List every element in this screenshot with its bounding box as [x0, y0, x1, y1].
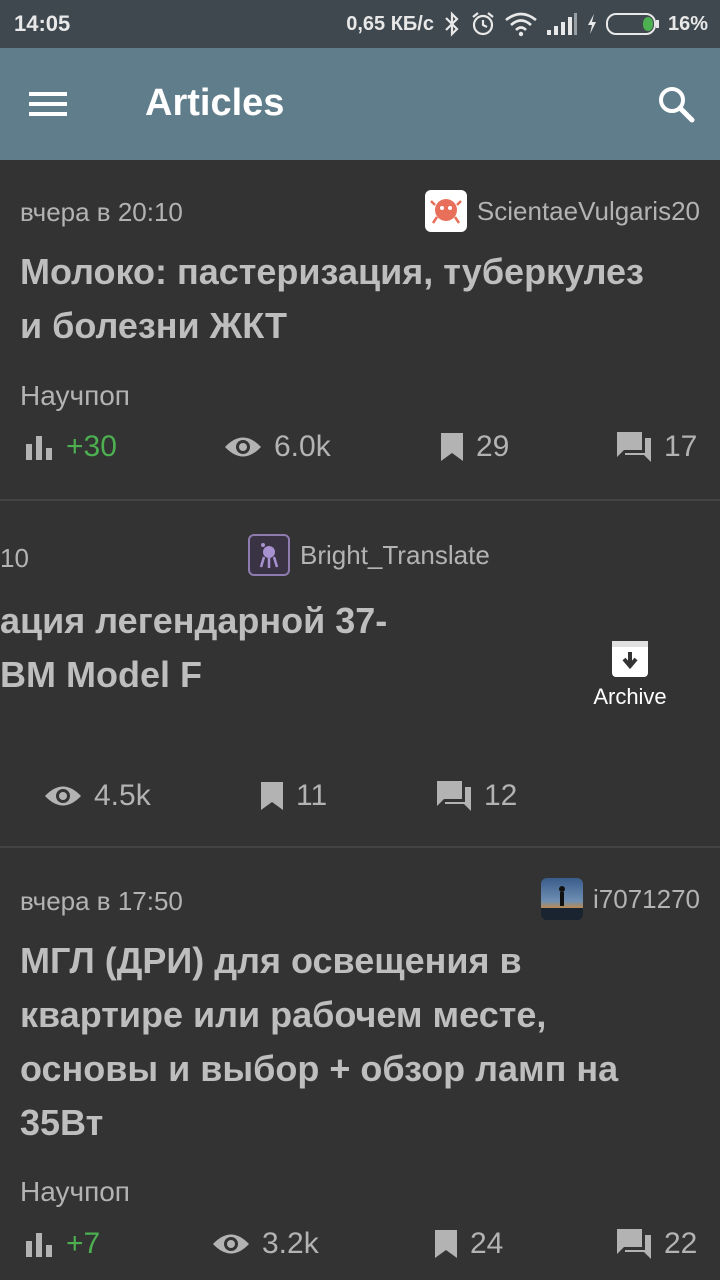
bookmarks-stat[interactable]: 29	[440, 430, 509, 464]
network-speed: 0,65 КБ/с	[346, 12, 434, 35]
rating-value: +7	[66, 1227, 101, 1260]
eye-icon	[45, 786, 81, 806]
archive-icon	[612, 641, 648, 677]
comments-icon	[437, 781, 471, 811]
comments-icon	[617, 432, 651, 462]
charging-icon	[586, 13, 598, 35]
alarm-icon	[470, 11, 496, 37]
hamburger-menu-icon[interactable]	[24, 80, 72, 128]
eye-icon	[225, 437, 261, 457]
archive-label: Archive	[593, 684, 667, 709]
article-date: 10	[0, 543, 29, 573]
avatar	[541, 878, 583, 920]
avatar	[248, 534, 290, 576]
bookmark-icon	[441, 433, 463, 461]
app-bar: Articles	[0, 48, 720, 160]
article-title[interactable]: Молоко: пастеризация, туберкулез и болез…	[20, 245, 644, 353]
article-title[interactable]: МГЛ (ДРИ) для освещения в квартире или р…	[20, 934, 618, 1150]
status-bar: 14:05 0,65 КБ/с 16%	[0, 0, 720, 48]
comments-stat[interactable]: 12	[436, 779, 517, 813]
bookmarks-value: 11	[296, 779, 328, 812]
author-name: ScientaeVulgaris20	[476, 195, 700, 226]
comments-icon	[617, 1229, 651, 1259]
rating-bars-icon	[26, 1233, 52, 1257]
views-value: 3.2k	[262, 1227, 319, 1260]
search-icon[interactable]	[652, 80, 700, 128]
archive-swipe-action[interactable]: Archive	[580, 640, 680, 710]
article-author[interactable]: ScientaeVulgaris20	[424, 190, 700, 232]
article-date: вчера в 20:10	[20, 197, 183, 227]
article-hub[interactable]: Научпоп	[20, 1176, 130, 1208]
bookmarks-value: 24	[470, 1227, 504, 1260]
author-name: i7071270	[593, 883, 700, 914]
article-title[interactable]: ация легендарной 37- BM Model F	[0, 594, 387, 702]
views-value: 6.0k	[274, 430, 331, 463]
rating-value: +30	[66, 430, 117, 463]
rating-stat: +30	[24, 430, 117, 464]
bookmark-icon	[435, 1230, 457, 1258]
wifi-icon	[504, 11, 538, 37]
battery-percent: 16%	[667, 12, 708, 35]
status-indicators: 0,65 КБ/с 16%	[346, 8, 708, 40]
views-value: 4.5k	[94, 779, 151, 812]
bookmark-icon	[261, 782, 283, 810]
views-stat: 6.0k	[224, 430, 331, 464]
article-card[interactable]: вчера в 20:10 ScientaeVulgaris20 Молоко:…	[0, 160, 720, 500]
article-card[interactable]: вчера в 17:50 i7071270 МГЛ (ДРИ) для осв…	[0, 848, 720, 1280]
comments-stat[interactable]: 17	[616, 430, 697, 464]
bookmarks-value: 29	[476, 430, 510, 463]
views-stat: 3.2k	[212, 1227, 319, 1261]
page-title: Articles	[145, 82, 285, 124]
eye-icon	[213, 1234, 249, 1254]
article-date: вчера в 17:50	[20, 886, 183, 916]
article-author[interactable]: i7071270	[541, 878, 700, 920]
article-author[interactable]: Bright_Translate	[248, 534, 490, 576]
author-name: Bright_Translate	[300, 539, 490, 570]
comments-value: 22	[664, 1227, 698, 1260]
comments-value: 12	[484, 779, 518, 812]
bluetooth-icon	[442, 11, 462, 37]
status-time: 14:05	[14, 11, 71, 36]
bookmarks-stat[interactable]: 24	[434, 1227, 503, 1261]
comments-value: 17	[664, 430, 698, 463]
bookmarks-stat[interactable]: 11	[260, 779, 327, 813]
article-hub[interactable]: Научпоп	[20, 380, 130, 412]
battery-icon	[605, 12, 660, 36]
rating-bars-icon	[26, 436, 52, 460]
views-stat: 4.5k	[44, 779, 151, 813]
rating-stat: +7	[24, 1227, 100, 1261]
comments-stat[interactable]: 22	[616, 1227, 697, 1261]
avatar	[424, 190, 467, 232]
signal-icon	[546, 12, 578, 36]
